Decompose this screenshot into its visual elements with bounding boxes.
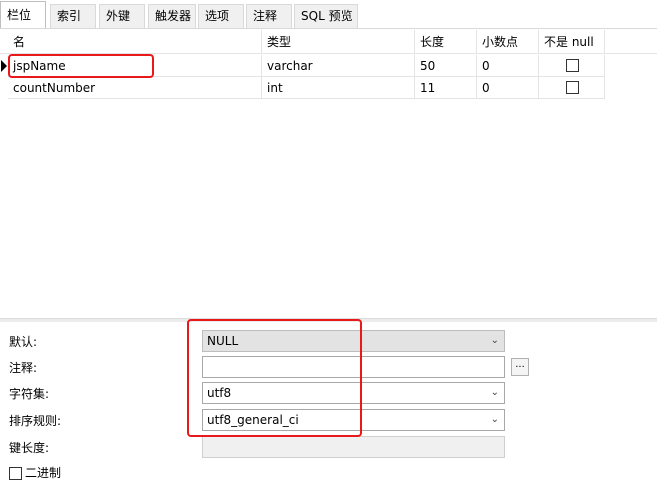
not-null-checkbox[interactable] [566,81,579,94]
row-pointer-icon [1,60,7,72]
chevron-down-icon: ⌄ [490,414,499,425]
grid-header: 名 类型 长度 小数点 不是 null [0,30,657,54]
field-not-null-cell [539,55,605,77]
column-header-decimals[interactable]: 小数点 [477,30,539,54]
key-length-label: 键长度: [9,441,50,455]
tab-triggers[interactable]: 触发器 [148,4,196,29]
binary-label: 二进制 [25,466,62,480]
column-header-length[interactable]: 长度 [415,30,477,54]
tab-underline [0,28,657,29]
field-properties-panel: 默认: NULL ⌄ 注释: ... 字符集: utf8 ⌄ 排序规则: utf… [0,322,657,496]
comment-more-button[interactable]: ... [511,358,529,376]
fields-grid: 名 类型 长度 小数点 不是 null jspName varchar 50 0… [0,30,657,316]
chevron-down-icon: ⌄ [490,335,499,346]
field-decimals-cell[interactable]: 0 [477,55,539,77]
field-name-cell[interactable]: countNumber [8,77,262,99]
tab-foreign-keys[interactable]: 外键 [99,4,145,29]
field-length-cell[interactable]: 50 [415,55,477,77]
collation-label: 排序规则: [9,414,62,428]
table-row[interactable]: jspName varchar 50 0 [0,55,657,77]
tab-comments[interactable]: 注释 [246,4,292,29]
collation-value: utf8_general_ci [207,413,299,427]
tab-columns[interactable]: 栏位 [0,1,46,29]
field-type-cell[interactable]: int [262,77,415,99]
comment-label: 注释: [9,361,38,375]
charset-label: 字符集: [9,387,50,401]
tab-indexes[interactable]: 索引 [50,4,96,29]
binary-checkbox[interactable] [9,467,22,480]
default-select[interactable]: NULL ⌄ [202,330,505,352]
field-length-cell[interactable]: 11 [415,77,477,99]
tab-bar: 栏位 索引 外键 触发器 选项 注释 SQL 预览 [0,0,657,29]
field-not-null-cell [539,77,605,99]
not-null-checkbox[interactable] [566,59,579,72]
chevron-down-icon: ⌄ [490,387,499,398]
collation-select[interactable]: utf8_general_ci ⌄ [202,409,505,431]
tab-sql-preview[interactable]: SQL 预览 [294,4,358,29]
default-label: 默认: [9,335,38,349]
default-value: NULL [207,334,239,348]
comment-input[interactable] [202,356,505,378]
field-name-cell[interactable]: jspName [8,55,262,77]
field-type-cell[interactable]: varchar [262,55,415,77]
charset-value: utf8 [207,386,232,400]
field-decimals-cell[interactable]: 0 [477,77,539,99]
column-header-name[interactable]: 名 [8,30,262,54]
key-length-input [202,436,505,458]
tab-options[interactable]: 选项 [198,4,244,29]
column-header-not-null[interactable]: 不是 null [539,30,605,54]
table-row[interactable]: countNumber int 11 0 [0,77,657,99]
charset-select[interactable]: utf8 ⌄ [202,382,505,404]
column-header-type[interactable]: 类型 [262,30,415,54]
